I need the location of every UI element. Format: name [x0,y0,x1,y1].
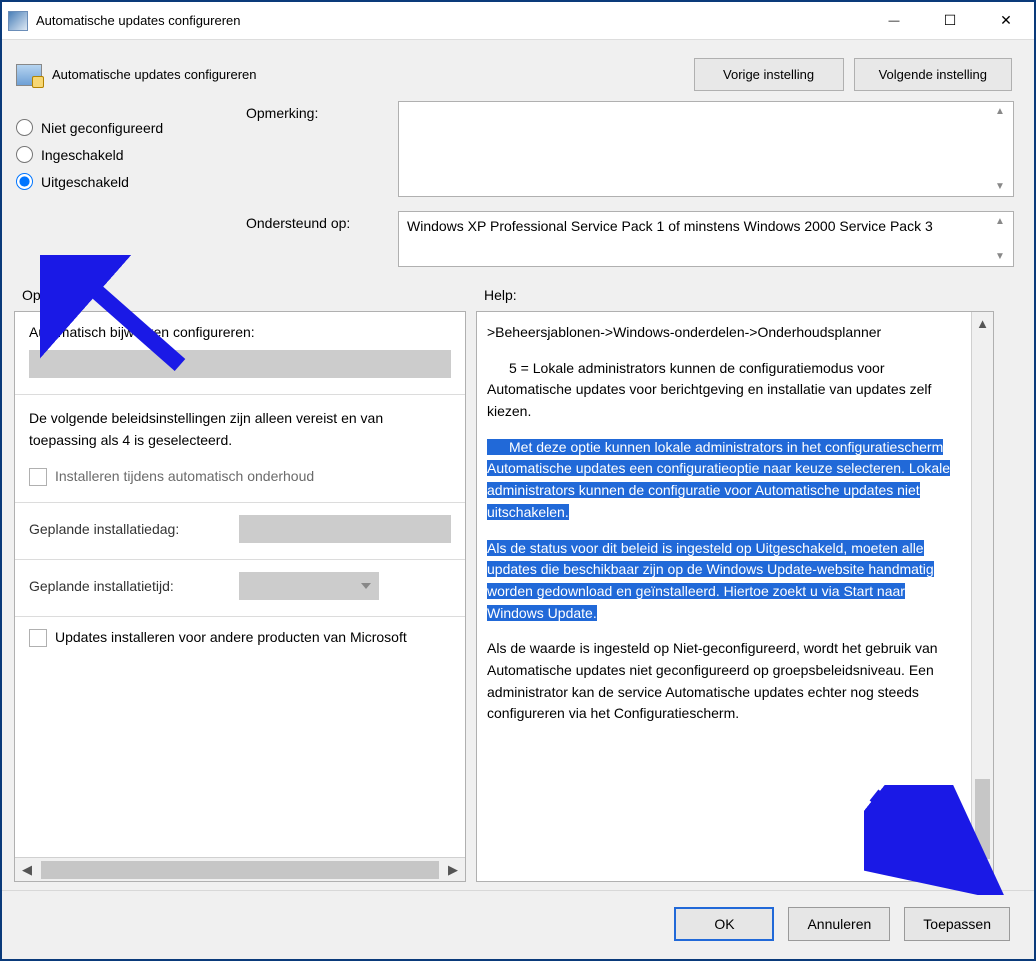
maximize-button[interactable] [922,5,978,37]
radio-not-configured[interactable]: Niet geconfigureerd [16,119,226,136]
install-during-maint-checkbox: Installeren tijdens automatisch onderhou… [29,468,451,486]
help-vertical-scrollbar[interactable]: ▲ ▼ [971,312,993,881]
help-para-2: Met deze optie kunnen lokale administrat… [487,437,961,524]
configure-update-dropdown [29,350,451,378]
scroll-up-icon[interactable]: ▲ [972,312,994,334]
app-icon [8,11,28,31]
configure-update-label: Automatisch bijwerken configureren: [29,324,451,340]
scroll-down-icon[interactable]: ▼ [972,859,994,881]
divider [15,394,465,395]
radio-not-configured-label: Niet geconfigureerd [41,120,163,136]
supported-text: Windows XP Professional Service Pack 1 o… [398,211,1014,267]
divider [15,616,465,617]
help-content: >Beheersjablonen->Windows-onderdelen->On… [477,312,971,881]
other-products-checkbox: Updates installeren voor andere producte… [29,629,451,647]
scroll-indicator: ▲▼ [991,216,1009,262]
install-during-maint-label: Installeren tijdens automatisch onderhou… [55,468,314,484]
window-title: Automatische updates configureren [36,13,866,28]
radio-enabled-label: Ingeschakeld [41,147,124,163]
cancel-button[interactable]: Annuleren [788,907,890,941]
scheduled-time-dropdown [239,572,379,600]
radio-enabled[interactable]: Ingeschakeld [16,146,226,163]
scheduled-time-label: Geplande installatietijd: [29,578,229,594]
panels-row: Automatisch bijwerken configureren: De v… [2,303,1034,890]
dialog-footer: OK Annuleren Toepassen [2,890,1034,959]
scroll-left-icon[interactable]: ◀ [15,858,39,882]
comment-row: Opmerking: ▲▼ [246,101,1014,197]
scrollbar-track[interactable] [972,334,993,859]
options-note: De volgende beleidsinstellingen zijn all… [29,407,451,452]
checkbox-icon [29,629,47,647]
policy-title: Automatische updates configureren [52,67,684,82]
scheduled-day-row: Geplande installatiedag: [29,515,451,543]
help-para-1: 5 = Lokale administrators kunnen de conf… [487,358,961,423]
divider [15,559,465,560]
titlebar: Automatische updates configureren [2,2,1034,40]
scrollbar-thumb[interactable] [975,779,990,859]
policy-icon [16,64,42,86]
radio-disabled-label: Uitgeschakeld [41,174,129,190]
section-labels: Opties: Help: [2,287,1034,303]
top-section: Niet geconfigureerd Ingeschakeld Uitgesc… [2,101,1034,287]
help-section-label: Help: [484,287,517,303]
scheduled-day-label: Geplande installatiedag: [29,521,229,537]
options-section-label: Opties: [22,287,474,303]
next-setting-button[interactable]: Volgende instelling [854,58,1012,91]
help-para-3: Als de status voor dit beleid is ingeste… [487,538,961,625]
supported-label: Ondersteund op: [246,211,386,267]
divider [15,502,465,503]
other-products-label: Updates installeren voor andere producte… [55,629,407,645]
radio-disabled[interactable]: Uitgeschakeld [16,173,226,190]
scrollbar-thumb[interactable] [41,861,439,879]
state-radio-group: Niet geconfigureerd Ingeschakeld Uitgesc… [16,101,226,267]
scheduled-day-input [239,515,451,543]
options-horizontal-scrollbar[interactable]: ◀ ▶ [15,857,465,881]
window-controls [866,5,1034,37]
policy-editor-window: Automatische updates configureren Automa… [0,0,1036,961]
scroll-indicator: ▲▼ [991,106,1009,192]
policy-header: Automatische updates configureren Vorige… [2,40,1034,101]
meta-fields: Opmerking: ▲▼ Ondersteund op: Windows XP… [246,101,1014,267]
help-breadcrumb: >Beheersjablonen->Windows-onderdelen->On… [487,322,961,344]
comment-textarea[interactable]: ▲▼ [398,101,1014,197]
apply-button[interactable]: Toepassen [904,907,1010,941]
close-button[interactable] [978,5,1034,37]
scheduled-time-row: Geplande installatietijd: [29,572,451,600]
options-panel: Automatisch bijwerken configureren: De v… [14,311,466,882]
comment-label: Opmerking: [246,101,386,197]
supported-row: Ondersteund op: Windows XP Professional … [246,211,1014,267]
previous-setting-button[interactable]: Vorige instelling [694,58,844,91]
checkbox-icon [29,468,47,486]
minimize-button[interactable] [866,5,922,37]
scroll-right-icon[interactable]: ▶ [441,858,465,882]
options-content: Automatisch bijwerken configureren: De v… [15,312,465,857]
ok-button[interactable]: OK [674,907,774,941]
help-para-4: Als de waarde is ingesteld op Niet-gecon… [487,638,961,725]
help-panel: >Beheersjablonen->Windows-onderdelen->On… [476,311,994,882]
